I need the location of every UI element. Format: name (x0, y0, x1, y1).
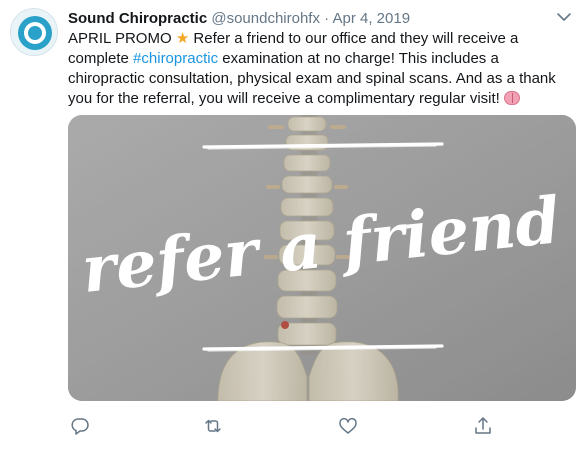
hashtag-link[interactable]: #chiropractic (133, 50, 218, 67)
tweet-text-part1: APRIL PROMO (68, 30, 176, 47)
tweet-image[interactable]: refer a friend (68, 115, 576, 401)
avatar[interactable] (10, 8, 58, 56)
separator: · (324, 10, 330, 27)
tweet-date[interactable]: Apr 4, 2019 (333, 10, 411, 27)
avatar-logo-dot (28, 26, 42, 40)
tweet-actions (68, 414, 508, 438)
share-icon[interactable] (471, 414, 495, 438)
star-emoji-icon: ★ (175, 30, 190, 47)
brain-emoji-icon (504, 91, 520, 105)
tweet: Sound Chiropractic @soundchirohfx · Apr … (0, 0, 585, 449)
retweet-icon[interactable] (201, 414, 225, 438)
handle[interactable]: @soundchirohfx (211, 10, 320, 27)
reply-icon[interactable] (68, 414, 92, 438)
like-icon[interactable] (336, 414, 360, 438)
chevron-down-icon[interactable] (555, 10, 573, 24)
display-name[interactable]: Sound Chiropractic (68, 10, 207, 27)
refer-a-friend-graphic: refer a friend (68, 115, 576, 401)
tweet-text: APRIL PROMO ★ Refer a friend to our offi… (68, 29, 578, 109)
tweet-header: Sound Chiropractic @soundchirohfx · Apr … (68, 9, 410, 29)
